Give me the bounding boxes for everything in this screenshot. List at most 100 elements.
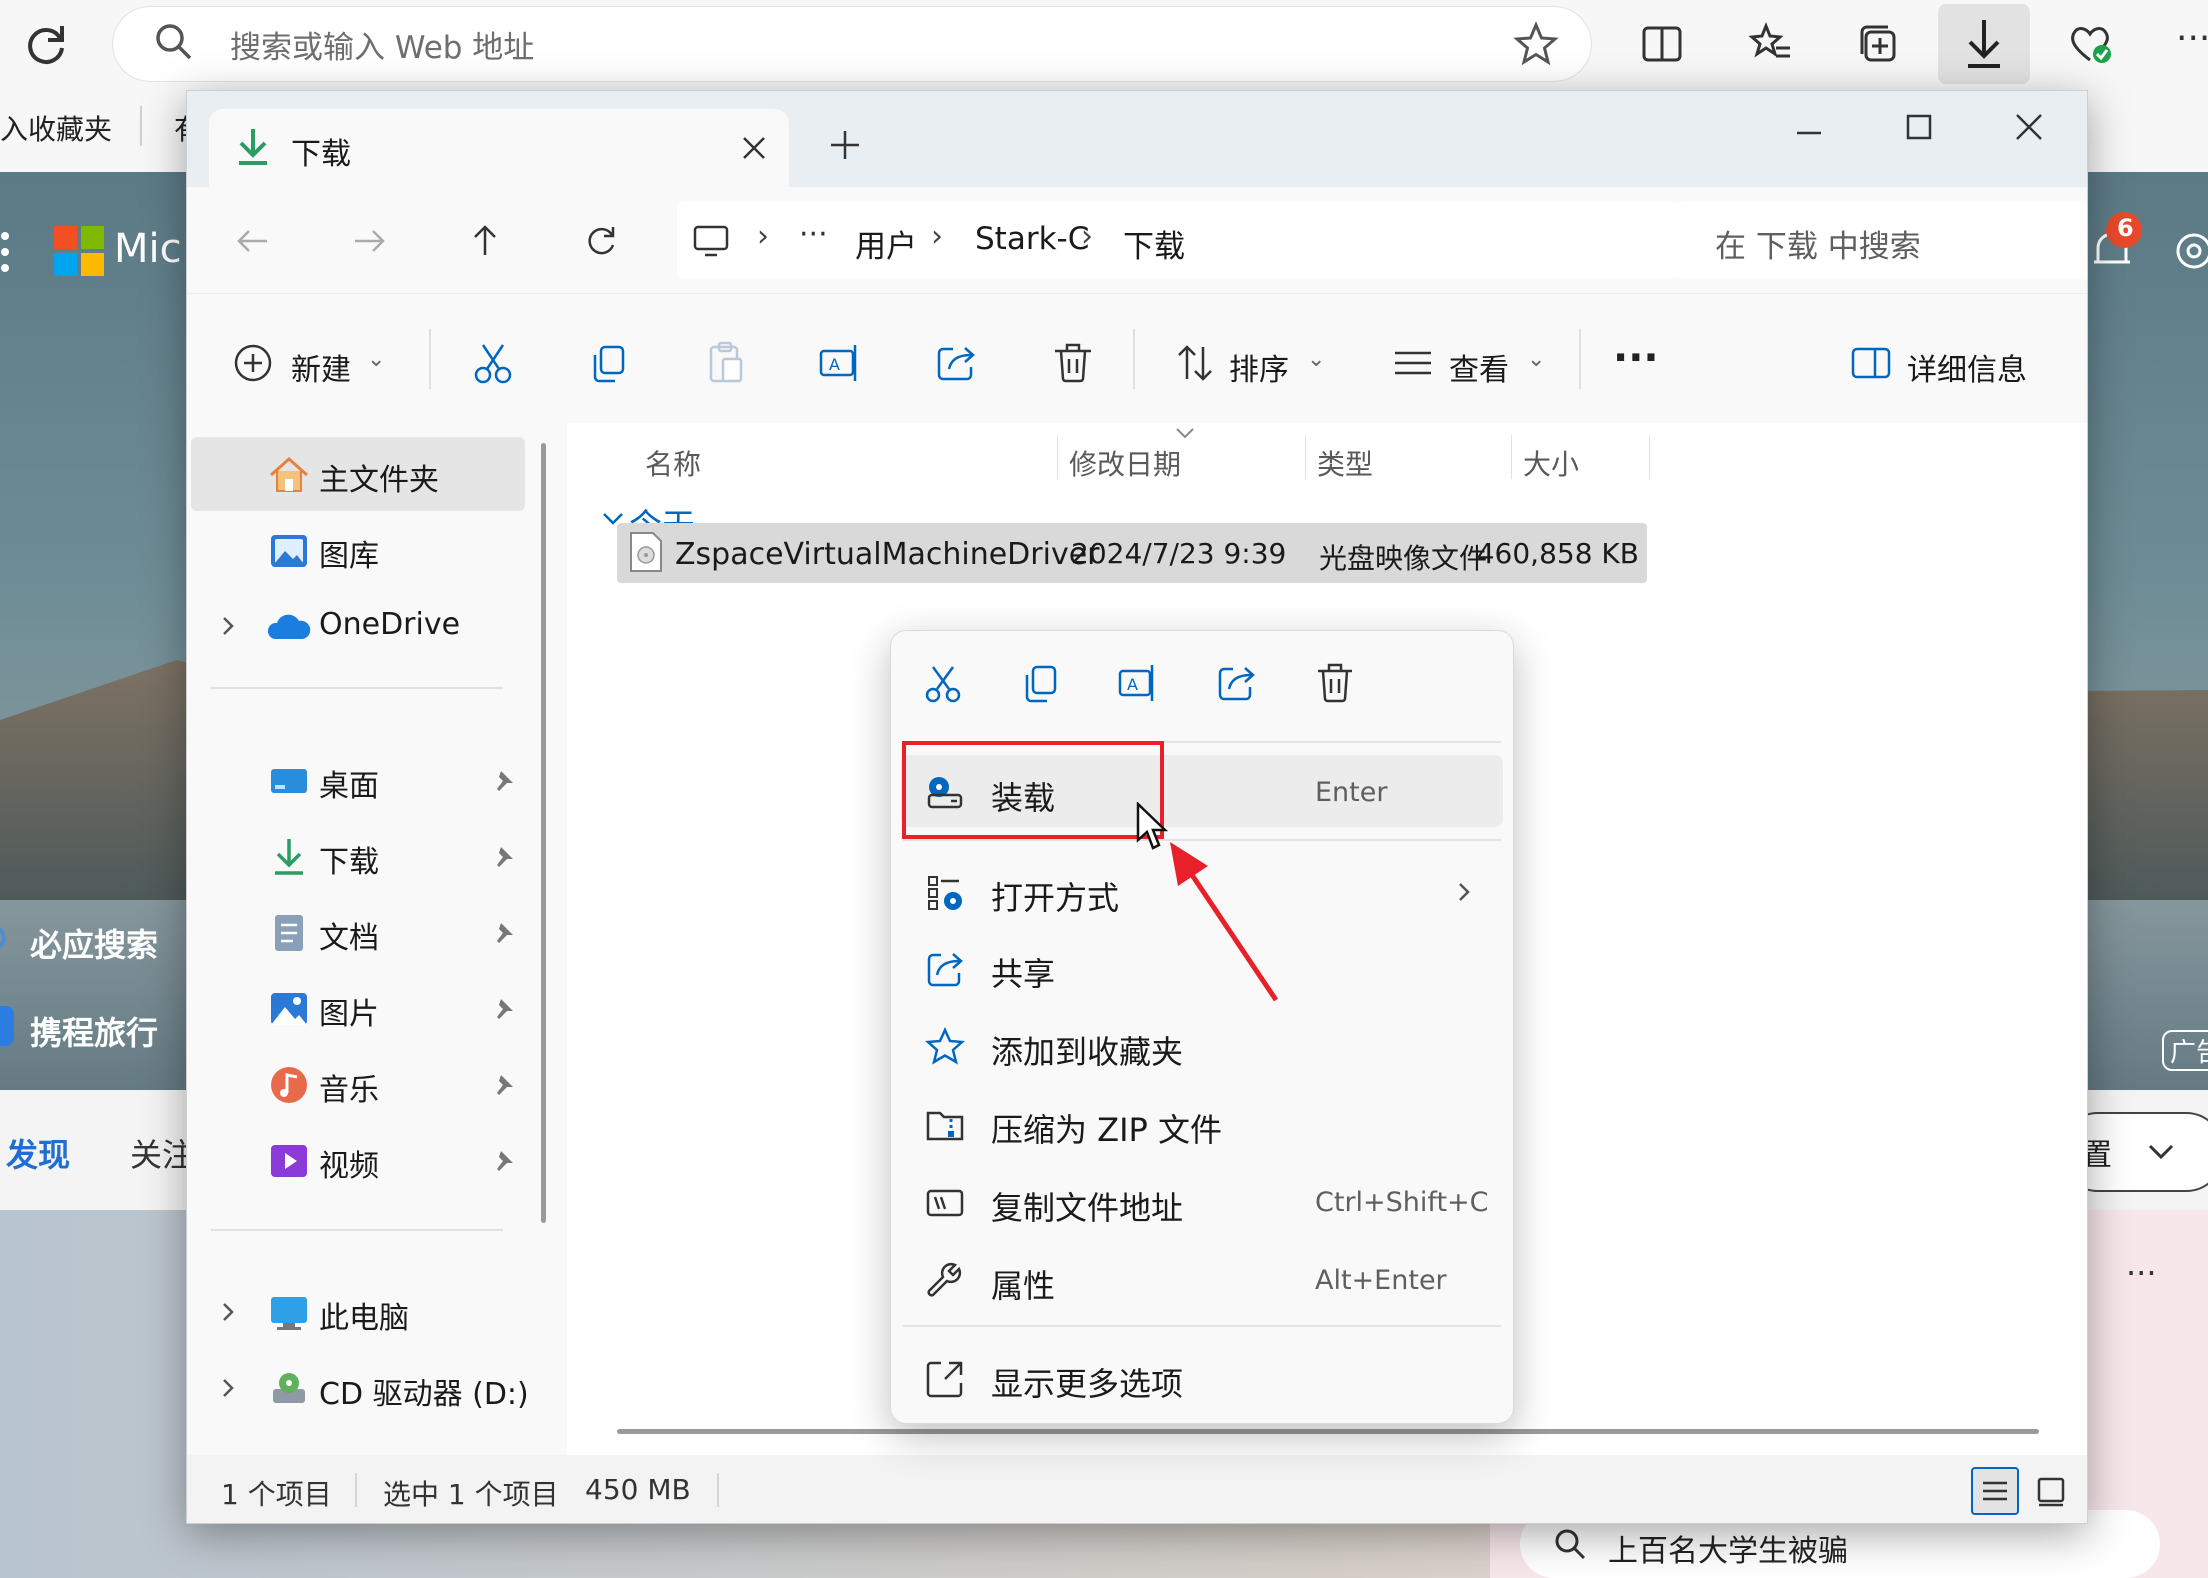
pin-icon[interactable] bbox=[489, 843, 517, 871]
menu-item-add-favorites[interactable]: 添加到收藏夹 bbox=[891, 1009, 1513, 1081]
rename-icon[interactable]: A bbox=[1117, 661, 1161, 705]
breadcrumb-users[interactable]: 用户 bbox=[855, 221, 917, 266]
browser-essentials-icon[interactable] bbox=[2064, 18, 2116, 70]
close-tab-icon[interactable] bbox=[739, 133, 769, 163]
feed-more-icon[interactable]: ··· bbox=[2126, 1254, 2157, 1292]
navigation-pane: 主文件夹 图库 OneDrive 桌面 下载 文档 图片 音乐 视频 此电脑 C… bbox=[187, 423, 567, 1455]
delete-icon[interactable] bbox=[1313, 661, 1357, 705]
column-header-type[interactable]: 类型 bbox=[1317, 443, 1373, 483]
breadcrumb-downloads[interactable]: 下载 bbox=[1123, 221, 1185, 266]
sidebar-item-documents[interactable]: 文档 bbox=[187, 895, 567, 969]
pin-icon[interactable] bbox=[489, 767, 517, 795]
rename-icon[interactable]: A bbox=[817, 339, 865, 387]
sidebar-item-cd-drive[interactable]: CD 驱动器 (D:) bbox=[187, 1351, 567, 1425]
close-window-icon[interactable] bbox=[2011, 109, 2047, 145]
pin-icon[interactable] bbox=[489, 1071, 517, 1099]
sort-button[interactable]: 排序 ⌄ bbox=[1173, 339, 1333, 389]
downloads-button[interactable] bbox=[1938, 4, 2030, 84]
maximize-icon[interactable] bbox=[1901, 109, 1937, 145]
new-tab-icon[interactable] bbox=[825, 125, 865, 165]
pin-icon[interactable] bbox=[489, 995, 517, 1023]
view-button[interactable]: 查看 ⌄ bbox=[1391, 339, 1561, 389]
desktop-icon bbox=[267, 759, 311, 803]
sidebar-item-pictures[interactable]: 图片 bbox=[187, 971, 567, 1045]
annotation-arrow bbox=[1160, 840, 1290, 1010]
menu-item-copy-path[interactable]: 复制文件地址 Ctrl+Shift+C bbox=[891, 1165, 1513, 1237]
page-settings-icon[interactable] bbox=[2170, 226, 2208, 276]
sidebar-divider bbox=[211, 1229, 503, 1231]
favbar-item[interactable]: 入收藏夹 bbox=[0, 108, 112, 148]
favorite-star-icon[interactable] bbox=[1512, 20, 1560, 68]
tab-downloads[interactable]: 下载 bbox=[209, 109, 789, 187]
sidebar-item-this-pc[interactable]: 此电脑 bbox=[187, 1275, 567, 1349]
collections-icon[interactable] bbox=[1852, 18, 1904, 70]
column-header-modified[interactable]: 修改日期 bbox=[1069, 443, 1181, 483]
tiles-view-button[interactable] bbox=[2027, 1467, 2075, 1515]
pin-icon[interactable] bbox=[489, 919, 517, 947]
refresh-icon[interactable] bbox=[581, 221, 621, 261]
tab-follow[interactable]: 关注 bbox=[130, 1130, 194, 1176]
up-arrow-icon[interactable] bbox=[465, 221, 505, 261]
sidebar-item-label: 下载 bbox=[319, 845, 379, 880]
breadcrumb-more[interactable]: ··· bbox=[799, 217, 828, 252]
plus-circle-icon bbox=[234, 344, 272, 382]
folder-search-input[interactable]: 在 下载 中搜索 bbox=[1677, 201, 2087, 279]
chevron-down-icon bbox=[2146, 1140, 2176, 1164]
sidebar-item-videos[interactable]: 视频 bbox=[187, 1123, 567, 1197]
minimize-icon[interactable] bbox=[1791, 115, 1827, 151]
more-options-button[interactable]: ··· bbox=[1613, 335, 1659, 381]
chevron-right-icon[interactable] bbox=[215, 1299, 241, 1325]
copy-icon[interactable] bbox=[585, 339, 633, 387]
search-placeholder: 在 下载 中搜索 bbox=[1715, 229, 1921, 265]
menu-divider bbox=[903, 1325, 1501, 1327]
open-with-icon bbox=[925, 873, 965, 913]
sidebar-item-desktop[interactable]: 桌面 bbox=[187, 743, 567, 817]
split-screen-icon[interactable] bbox=[1636, 18, 1688, 70]
sidebar-item-onedrive[interactable]: OneDrive bbox=[187, 589, 567, 663]
file-name: ZspaceVirtualMachineDriver bbox=[675, 537, 1100, 572]
notification-count: 6 bbox=[2117, 214, 2134, 242]
menu-item-show-more[interactable]: 显示更多选项 bbox=[891, 1341, 1513, 1413]
favorites-icon[interactable] bbox=[1744, 18, 1796, 70]
sidebar-item-downloads[interactable]: 下载 bbox=[187, 819, 567, 893]
sidebar-item-music[interactable]: 音乐 bbox=[187, 1047, 567, 1121]
sidebar-item-label: 视频 bbox=[319, 1149, 379, 1184]
sidebar-item-gallery[interactable]: 图库 bbox=[187, 513, 567, 587]
horizontal-scrollbar[interactable] bbox=[617, 1429, 2039, 1434]
settings-more-icon[interactable]: ··· bbox=[2176, 18, 2208, 59]
sidebar-scrollbar[interactable] bbox=[541, 443, 546, 1223]
pin-icon[interactable] bbox=[489, 1147, 517, 1175]
menu-item-properties[interactable]: 属性 Alt+Enter bbox=[891, 1243, 1513, 1315]
forward-arrow-icon[interactable] bbox=[349, 221, 389, 261]
copy-icon[interactable] bbox=[1019, 661, 1063, 705]
chevron-right-icon[interactable] bbox=[215, 613, 241, 639]
details-pane-icon bbox=[1851, 347, 1891, 379]
cut-icon[interactable] bbox=[469, 339, 517, 387]
paste-icon[interactable] bbox=[701, 339, 749, 387]
details-view-button[interactable] bbox=[1971, 1467, 2019, 1515]
sidebar-item-label: OneDrive bbox=[319, 607, 461, 642]
menu-item-label: 共享 bbox=[991, 955, 1056, 993]
bing-search-link[interactable]: 必应搜索 bbox=[30, 920, 158, 966]
share-icon[interactable] bbox=[1215, 661, 1259, 705]
refresh-icon[interactable] bbox=[18, 16, 74, 72]
breadcrumb-stark-c[interactable]: Stark-C bbox=[975, 221, 1089, 257]
column-header-size[interactable]: 大小 bbox=[1523, 443, 1579, 483]
sidebar-item-label: 此电脑 bbox=[319, 1301, 409, 1336]
chevron-right-icon[interactable] bbox=[215, 1375, 241, 1401]
sidebar-item-home[interactable]: 主文件夹 bbox=[191, 437, 525, 511]
column-header-name[interactable]: 名称 bbox=[645, 443, 701, 483]
share-icon[interactable] bbox=[933, 339, 981, 387]
menu-item-compress-zip[interactable]: 压缩为 ZIP 文件 bbox=[891, 1087, 1513, 1159]
details-pane-button[interactable]: 详细信息 bbox=[1849, 339, 2049, 389]
status-size: 450 MB bbox=[585, 1473, 691, 1506]
show-more-icon bbox=[925, 1359, 965, 1399]
cut-icon[interactable] bbox=[921, 661, 965, 705]
ctrip-link[interactable]: 携程旅行 bbox=[30, 1008, 158, 1054]
delete-icon[interactable] bbox=[1049, 339, 1097, 387]
breadcrumb[interactable]: › ··· 用户 › Stark-C › 下载 bbox=[677, 201, 1677, 279]
apps-menu-icon[interactable] bbox=[0, 230, 14, 274]
tab-discover[interactable]: 发现 bbox=[6, 1130, 70, 1176]
new-button[interactable]: 新建 ⌄ bbox=[231, 339, 391, 389]
back-arrow-icon[interactable] bbox=[233, 221, 273, 261]
